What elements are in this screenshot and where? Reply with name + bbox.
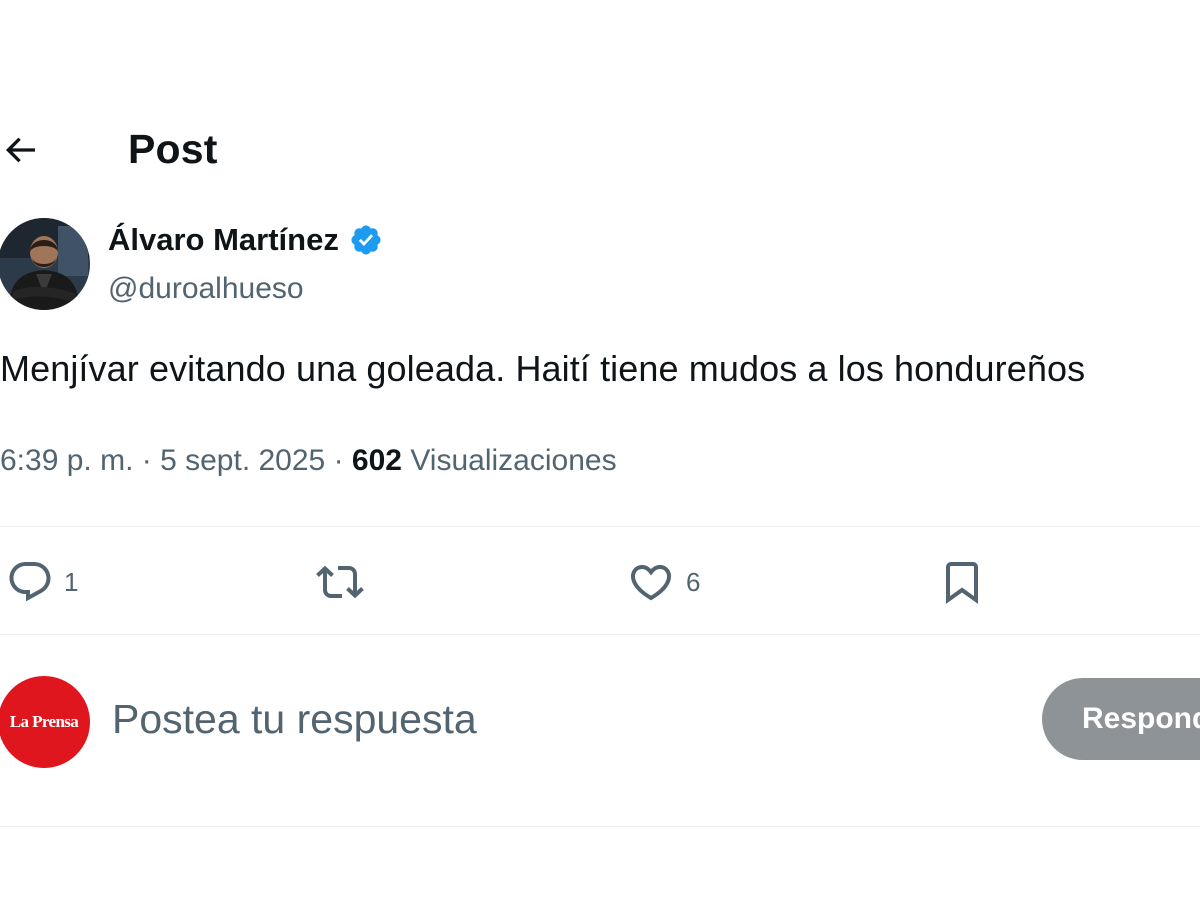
divider	[0, 634, 1200, 635]
action-bar: 1 6	[0, 528, 1200, 634]
reply-button[interactable]: 1	[6, 558, 78, 606]
like-button[interactable]: 6	[626, 558, 700, 606]
user-avatar[interactable]: La Prensa	[0, 676, 90, 768]
heart-icon	[630, 565, 672, 601]
author-avatar[interactable]	[0, 218, 90, 310]
views-count: 602	[351, 444, 402, 477]
reply-input[interactable]	[112, 694, 992, 744]
post-page: Post Álvaro Martínez @duroalhueso Menjív…	[0, 0, 1200, 900]
post-text: Menjívar evitando una goleada. Haití tie…	[0, 348, 1086, 389]
post-meta: 6:39 p. m. · 5 sept. 2025 · 602 Visualiz…	[0, 444, 617, 478]
arrow-left-icon	[5, 137, 36, 163]
page-title: Post	[128, 126, 218, 172]
user-avatar-logo-text: La Prensa	[9, 712, 79, 731]
bookmark-icon	[946, 562, 978, 604]
meta-separator: ·	[333, 444, 344, 477]
back-button[interactable]	[0, 128, 44, 172]
divider	[0, 826, 1200, 827]
repost-icon	[316, 565, 364, 599]
post-date[interactable]: 5 sept. 2025	[160, 444, 325, 477]
meta-separator: ·	[141, 444, 152, 477]
author-handle[interactable]: @duroalhueso	[108, 272, 304, 306]
reply-count: 1	[64, 566, 79, 597]
repost-button[interactable]	[314, 558, 366, 606]
reply-submit-button[interactable]: Responder	[1042, 678, 1200, 760]
views-label: Visualizaciones	[410, 444, 617, 477]
verified-badge-icon	[351, 225, 381, 255]
header: Post	[0, 118, 1200, 184]
reply-composer: La Prensa Responder	[0, 636, 1200, 826]
bookmark-button[interactable]	[938, 558, 986, 606]
post-time[interactable]: 6:39 p. m.	[0, 444, 133, 477]
reply-icon	[9, 562, 51, 602]
author-display-name[interactable]: Álvaro Martínez	[108, 222, 339, 258]
divider	[0, 526, 1200, 527]
like-count: 6	[686, 566, 701, 597]
display-name-row: Álvaro Martínez	[108, 222, 383, 258]
post-author: Álvaro Martínez @duroalhueso	[0, 218, 700, 314]
